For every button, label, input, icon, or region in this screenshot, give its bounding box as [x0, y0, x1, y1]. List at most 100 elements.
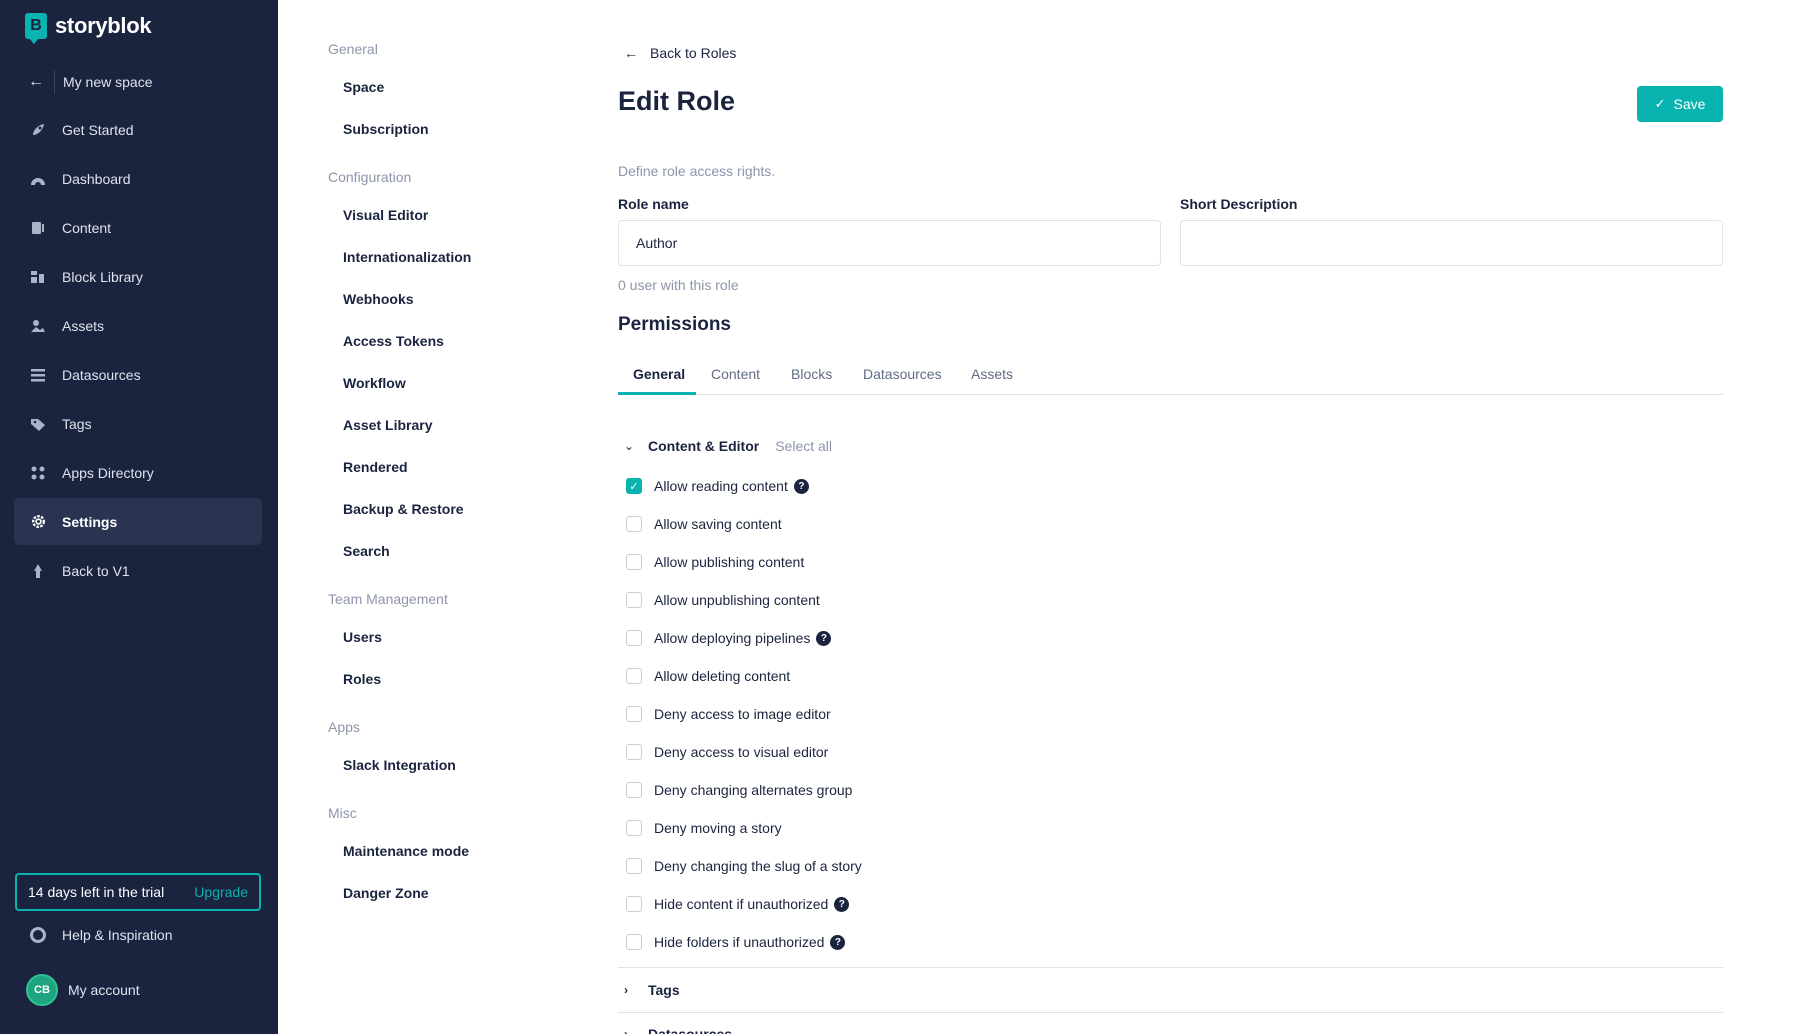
settings-item-webhooks[interactable]: Webhooks: [343, 291, 414, 307]
sidebar-item-datasources[interactable]: Datasources: [14, 351, 262, 398]
sidebar-item-label: Dashboard: [62, 170, 131, 187]
checkbox[interactable]: [626, 858, 642, 874]
settings-item-backup-restore[interactable]: Backup & Restore: [343, 501, 464, 517]
my-account-link[interactable]: CB My account: [26, 974, 140, 1006]
storyblok-logo[interactable]: B storyblok: [25, 13, 152, 44]
permission-allow-deleting-content[interactable]: Allow deleting content: [626, 668, 790, 684]
settings-item-space[interactable]: Space: [343, 79, 384, 95]
permission-allow-deploying-pipelines[interactable]: Allow deploying pipelines ?: [626, 630, 832, 646]
upgrade-link[interactable]: Upgrade: [194, 884, 248, 900]
content-icon: [28, 218, 48, 238]
settings-item-users[interactable]: Users: [343, 629, 382, 645]
space-name: My new space: [63, 74, 153, 90]
permission-allow-reading-content[interactable]: ✓ Allow reading content ?: [626, 478, 809, 494]
chevron-right-icon: ›: [624, 1027, 628, 1034]
blocks-icon: [28, 267, 48, 287]
back-to-space[interactable]: ← My new space: [28, 70, 152, 94]
assets-icon: [28, 316, 48, 336]
permission-deny-moving-story[interactable]: Deny moving a story: [626, 820, 782, 836]
help-icon[interactable]: ?: [834, 896, 850, 912]
permission-deny-image-editor[interactable]: Deny access to image editor: [626, 706, 831, 722]
settings-item-rendered[interactable]: Rendered: [343, 459, 408, 475]
sidebar-item-label: Back to V1: [62, 562, 130, 579]
sidebar-item-label: Block Library: [62, 268, 143, 285]
rocket-icon: [28, 120, 48, 140]
sidebar-item-dashboard[interactable]: Dashboard: [14, 155, 262, 202]
tab-assets[interactable]: Assets: [971, 366, 1013, 382]
permission-hide-content-unauthorized[interactable]: Hide content if unauthorized ?: [626, 896, 850, 912]
checkbox[interactable]: [626, 782, 642, 798]
checkbox[interactable]: [626, 554, 642, 570]
settings-item-subscription[interactable]: Subscription: [343, 121, 429, 137]
permission-label: Hide folders if unauthorized: [654, 934, 825, 950]
group-title-apps: Apps: [328, 719, 360, 735]
avatar: CB: [26, 974, 58, 1006]
checkbox[interactable]: [626, 896, 642, 912]
sidebar-item-back-to-v1[interactable]: Back to V1: [14, 547, 262, 594]
back-to-roles-link[interactable]: ← Back to Roles: [624, 45, 736, 61]
trial-banner: 14 days left in the trial Upgrade: [15, 873, 261, 911]
permission-allow-publishing-content[interactable]: Allow publishing content: [626, 554, 804, 570]
checkbox[interactable]: [626, 706, 642, 722]
divider: [618, 967, 1723, 968]
permission-allow-unpublishing-content[interactable]: Allow unpublishing content: [626, 592, 820, 608]
lifebuoy-icon: [28, 925, 48, 945]
sidebar-item-assets[interactable]: Assets: [14, 302, 262, 349]
tab-general[interactable]: General: [633, 366, 685, 382]
edit-role-panel: ← Back to Roles Edit Role ✓ Save Define …: [618, 0, 1723, 1034]
sidebar-item-tags[interactable]: Tags: [14, 400, 262, 447]
checkbox[interactable]: [626, 934, 642, 950]
checkbox-checked[interactable]: ✓: [626, 478, 642, 494]
settings-item-access-tokens[interactable]: Access Tokens: [343, 333, 444, 349]
settings-item-roles[interactable]: Roles: [343, 671, 381, 687]
section-datasources[interactable]: › Datasources: [624, 1026, 732, 1034]
sidebar-item-block-library[interactable]: Block Library: [14, 253, 262, 300]
permission-hide-folders-unauthorized[interactable]: Hide folders if unauthorized ?: [626, 934, 846, 950]
checkbox[interactable]: [626, 744, 642, 760]
tab-content[interactable]: Content: [711, 366, 760, 382]
select-all-link[interactable]: Select all: [775, 438, 832, 454]
checkbox[interactable]: [626, 516, 642, 532]
permission-deny-visual-editor[interactable]: Deny access to visual editor: [626, 744, 828, 760]
settings-item-danger-zone[interactable]: Danger Zone: [343, 885, 429, 901]
section-tags[interactable]: › Tags: [624, 982, 680, 998]
help-icon[interactable]: ?: [816, 630, 832, 646]
settings-item-slack-integration[interactable]: Slack Integration: [343, 757, 456, 773]
tab-datasources[interactable]: Datasources: [863, 366, 942, 382]
sidebar-item-label: Datasources: [62, 366, 141, 383]
sidebar-item-get-started[interactable]: Get Started: [14, 106, 262, 153]
checkbox[interactable]: [626, 630, 642, 646]
short-description-input[interactable]: [1180, 220, 1723, 266]
tab-blocks[interactable]: Blocks: [791, 366, 832, 382]
permission-allow-saving-content[interactable]: Allow saving content: [626, 516, 782, 532]
permission-deny-alternates-group[interactable]: Deny changing alternates group: [626, 782, 852, 798]
help-icon[interactable]: ?: [830, 934, 846, 950]
apps-icon: [28, 463, 48, 483]
permission-label: Hide content if unauthorized: [654, 896, 829, 912]
help-inspiration-link[interactable]: Help & Inspiration: [28, 925, 173, 945]
sidebar-item-apps-directory[interactable]: Apps Directory: [14, 449, 262, 496]
trial-text: 14 days left in the trial: [28, 884, 165, 900]
help-icon[interactable]: ?: [793, 478, 809, 494]
settings-item-visual-editor[interactable]: Visual Editor: [343, 207, 428, 223]
checkbox[interactable]: [626, 820, 642, 836]
checkbox[interactable]: [626, 668, 642, 684]
role-name-input[interactable]: Author: [618, 220, 1161, 266]
sidebar-item-settings[interactable]: Settings: [14, 498, 262, 545]
arrow-left-icon: ←: [624, 45, 638, 61]
settings-item-asset-library[interactable]: Asset Library: [343, 417, 432, 433]
sidebar-item-content[interactable]: Content: [14, 204, 262, 251]
active-tab-indicator: [618, 392, 696, 395]
settings-item-workflow[interactable]: Workflow: [343, 375, 406, 391]
divider: [618, 1012, 1723, 1013]
save-button[interactable]: ✓ Save: [1637, 86, 1723, 122]
brand-name: storyblok: [55, 13, 152, 38]
permission-deny-changing-slug[interactable]: Deny changing the slug of a story: [626, 858, 862, 874]
settings-item-maintenance-mode[interactable]: Maintenance mode: [343, 843, 469, 859]
group-title-general: General: [328, 41, 378, 57]
section-content-editor[interactable]: ⌄ Content & Editor Select all: [624, 438, 832, 454]
checkbox[interactable]: [626, 592, 642, 608]
settings-item-search[interactable]: Search: [343, 543, 390, 559]
settings-item-internationalization[interactable]: Internationalization: [343, 249, 471, 265]
tag-icon: [28, 414, 48, 434]
